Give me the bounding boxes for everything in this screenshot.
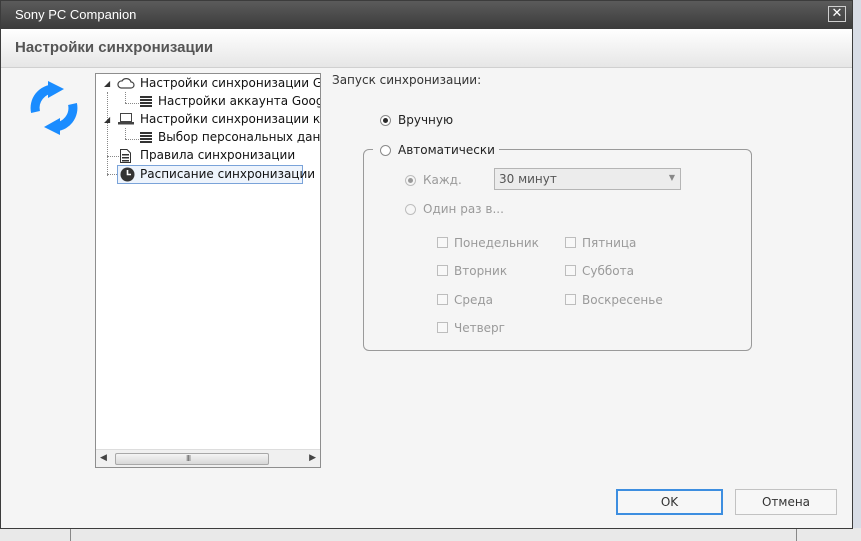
ok-button[interactable]: OK: [616, 489, 723, 515]
tree-item-label: Настройки синхронизации Goog: [140, 76, 320, 90]
tree-item-label: Выбор персональных данных: [158, 130, 321, 144]
interval-dropdown[interactable]: 30 минут ▼: [494, 168, 681, 190]
tuesday-checkbox[interactable]: [437, 265, 448, 276]
tuesday-label: Вторник: [454, 264, 508, 278]
clock-icon: [120, 167, 135, 182]
sync-start-label: Запуск синхронизации:: [332, 73, 482, 87]
scroll-right-icon[interactable]: ▶: [309, 453, 316, 463]
background-divider: [70, 528, 71, 541]
tree-item-label: Правила синхронизации: [140, 148, 296, 162]
monday-checkbox[interactable]: [437, 237, 448, 248]
tree-item-label: Настройки синхронизации комп: [140, 112, 321, 126]
tree-connector: [107, 92, 108, 176]
manual-radio[interactable]: [380, 115, 391, 126]
chevron-down-icon: ▼: [668, 173, 675, 182]
document-icon: [120, 149, 131, 163]
scroll-grip-icon: III: [186, 454, 191, 463]
wednesday-label: Среда: [454, 293, 494, 307]
cancel-button[interactable]: Отмена: [735, 489, 837, 515]
thursday-checkbox[interactable]: [437, 322, 448, 333]
sunday-checkbox[interactable]: [565, 294, 576, 305]
tree-connector: [107, 156, 121, 157]
sync-settings-dialog: Sony PC Companion ✕ Настройки синхрониза…: [0, 0, 853, 529]
background-app-right: [853, 0, 861, 541]
close-button[interactable]: ✕: [828, 6, 846, 22]
settings-tree[interactable]: ◢ Настройки синхронизации Goog Настройки…: [95, 73, 321, 468]
dialog-header: Настройки синхронизации: [1, 29, 852, 68]
friday-checkbox[interactable]: [565, 237, 576, 248]
thursday-label: Четверг: [454, 321, 505, 335]
background-app-bottom: [0, 528, 861, 541]
cloud-icon: [117, 78, 135, 89]
every-label: Кажд.: [423, 173, 462, 187]
window-title: Sony PC Companion: [15, 7, 137, 22]
monday-label: Понедельник: [454, 236, 539, 250]
friday-label: Пятница: [582, 236, 637, 250]
background-divider: [796, 528, 797, 541]
page-title: Настройки синхронизации: [15, 39, 214, 56]
tree-item-sync-schedule[interactable]: Расписание синхронизации: [117, 165, 315, 184]
every-radio[interactable]: [405, 175, 416, 186]
tree-connector: [125, 103, 139, 104]
expand-arrow-icon[interactable]: ◢: [104, 75, 110, 92]
saturday-label: Суббота: [582, 264, 634, 278]
expand-arrow-icon[interactable]: ◢: [104, 111, 110, 128]
horizontal-scrollbar[interactable]: ◀ III ▶: [96, 449, 320, 467]
sunday-label: Воскресенье: [582, 293, 663, 307]
tree-connector: [125, 139, 139, 140]
tree-item-label: Настройки аккаунта Google™: [158, 94, 320, 108]
once-radio[interactable]: [405, 204, 416, 215]
title-bar[interactable]: Sony PC Companion ✕: [1, 1, 852, 29]
wednesday-checkbox[interactable]: [437, 294, 448, 305]
sync-icon: [30, 81, 78, 135]
interval-value: 30 минут: [499, 172, 557, 186]
list-icon: [140, 132, 152, 143]
saturday-checkbox[interactable]: [565, 265, 576, 276]
automatic-radio[interactable]: [380, 145, 391, 156]
automatic-label[interactable]: Автоматически: [398, 143, 495, 157]
manual-label[interactable]: Вручную: [398, 113, 453, 127]
list-icon: [140, 96, 152, 107]
tree-connector: [125, 128, 126, 139]
once-label: Один раз в...: [423, 202, 504, 216]
laptop-icon: [118, 113, 134, 125]
tree-item-label: Расписание синхронизации: [140, 167, 316, 181]
scroll-left-icon[interactable]: ◀: [100, 453, 107, 463]
scroll-thumb[interactable]: III: [115, 453, 269, 465]
tree-connector: [107, 174, 117, 175]
tree-connector: [125, 92, 126, 103]
